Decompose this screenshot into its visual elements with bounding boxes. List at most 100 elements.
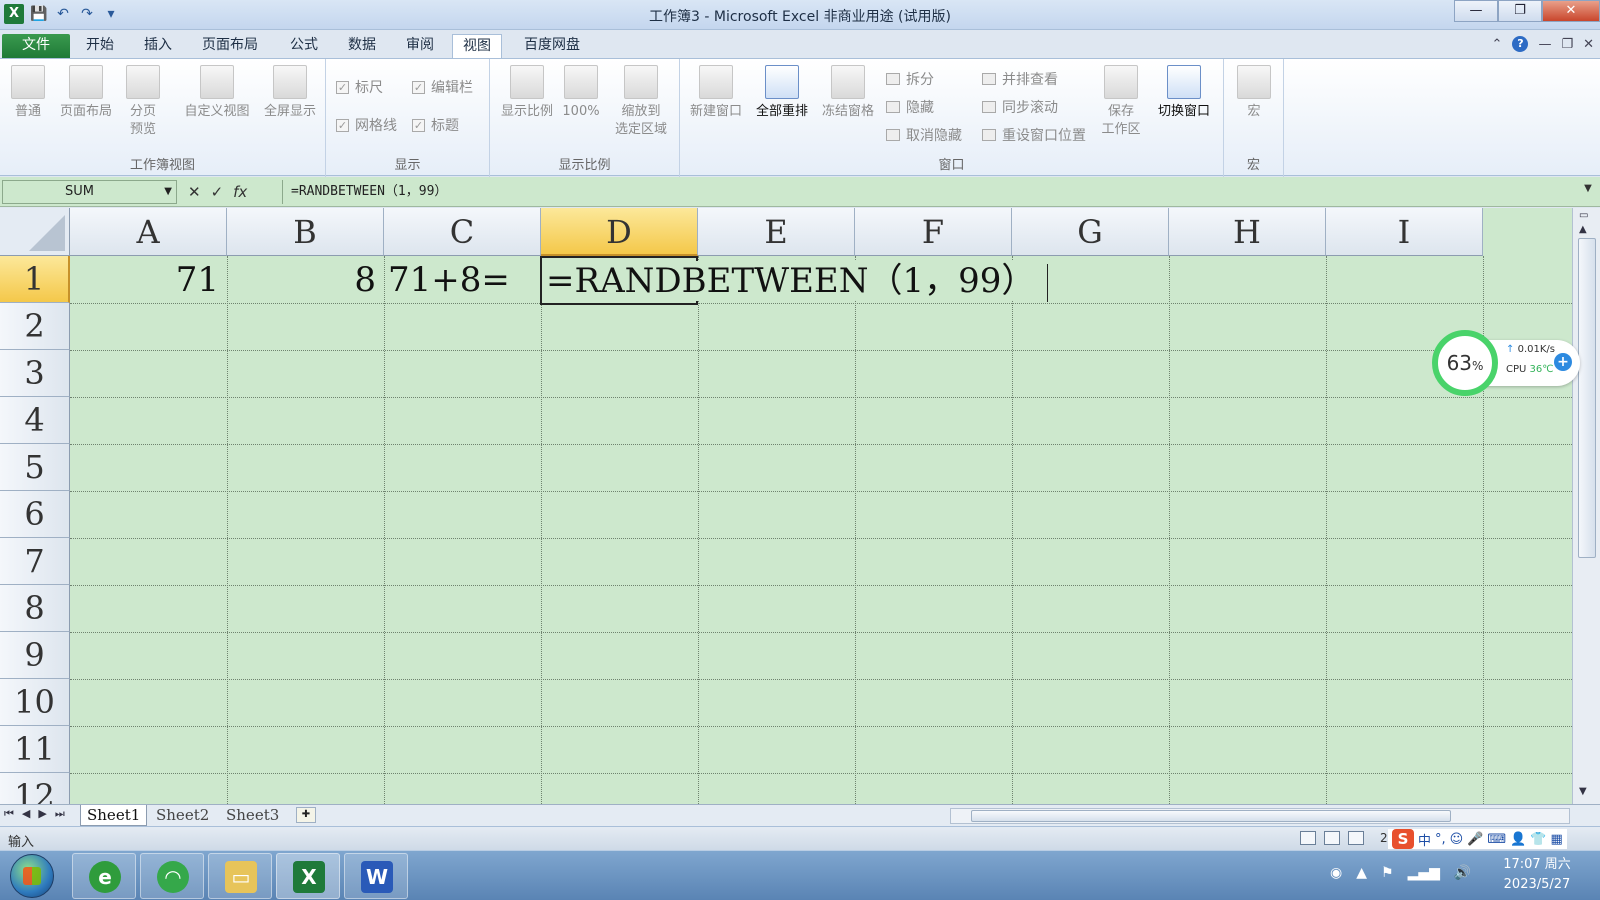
page-break-status-icon[interactable] [1348, 831, 1364, 845]
volume-icon[interactable]: 🔊 [1454, 865, 1471, 881]
sogou-ime-icon[interactable]: S [1392, 829, 1414, 849]
taskbar-wifi-app[interactable]: ◠ [140, 853, 204, 899]
horizontal-scrollbar[interactable] [950, 808, 1570, 824]
enter-icon[interactable]: ✓ [211, 183, 224, 201]
split-button[interactable]: 拆分 [886, 69, 934, 89]
ime-toolbar[interactable]: S 中 °, ☺ 🎤 ⌨ 👤 👕 ▦ [1388, 829, 1567, 849]
select-all-corner[interactable] [0, 208, 70, 256]
close-button[interactable]: ✕ [1542, 0, 1600, 22]
first-sheet-icon[interactable]: ⏮ [4, 807, 14, 821]
cancel-icon[interactable]: ✕ [188, 183, 201, 201]
ime-mode-chinese[interactable]: 中 [1418, 830, 1431, 849]
tab-review[interactable]: 审阅 [396, 34, 444, 58]
headings-checkbox[interactable]: ✓ 标题 [412, 115, 459, 135]
synchronous-scrolling-button[interactable]: 同步滚动 [982, 97, 1058, 117]
row-header-6[interactable]: 6 [0, 491, 70, 538]
restore-button[interactable]: ❐ [1498, 0, 1542, 22]
prev-sheet-icon[interactable]: ◀ [22, 807, 30, 821]
row-header-9[interactable]: 9 [0, 632, 70, 679]
zoom-level[interactable]: 2 [1380, 831, 1388, 845]
formula-bar-checkbox[interactable]: ✓ 编辑栏 [412, 77, 473, 97]
tab-baidu-netdisk[interactable]: 百度网盘 [514, 34, 590, 58]
row-header-8[interactable]: 8 [0, 585, 70, 632]
tab-data[interactable]: 数据 [338, 34, 386, 58]
boost-plus-icon[interactable]: + [1554, 353, 1572, 371]
column-header-h[interactable]: H [1169, 208, 1326, 256]
freeze-panes-button[interactable]: 冻结窗格 [816, 65, 880, 121]
next-sheet-icon[interactable]: ▶ [38, 807, 46, 821]
arrange-all-button[interactable]: 全部重排 [750, 65, 814, 121]
reset-window-position-button[interactable]: 重设窗口位置 [982, 125, 1086, 145]
sheet-tab-sheet3[interactable]: Sheet3 [220, 805, 285, 826]
taskbar-ie[interactable]: e [72, 853, 136, 899]
taskbar-clock[interactable]: 17:07 周六 2023/5/27 [1492, 855, 1582, 895]
worksheet-grid[interactable]: ABCDEFGHI 1 2 3 4 5 6 7 8 9 10 11 12 71 8 71+8= =RA… [0, 208, 1572, 804]
full-screen-button[interactable]: 全屏显示 [258, 65, 322, 121]
vertical-scroll-thumb[interactable] [1578, 238, 1596, 558]
column-header-e[interactable]: E [698, 208, 855, 256]
tab-view[interactable]: 视图 [452, 34, 502, 58]
new-window-button[interactable]: 新建窗口 [684, 65, 748, 121]
emoji-icon[interactable]: ☺ [1450, 832, 1464, 847]
zoom-100-button[interactable]: 100% [558, 65, 604, 121]
row-header-7[interactable]: 7 [0, 538, 70, 585]
row-header-5[interactable]: 5 [0, 444, 70, 491]
keyboard-icon[interactable]: ⌨ [1487, 832, 1506, 847]
system-monitor-widget[interactable]: 63% ↑ 0.01K/s CPU 36℃ + [1432, 330, 1580, 396]
normal-view-button[interactable]: 普通 [6, 65, 50, 121]
custom-views-button[interactable]: 自定义视图 [178, 65, 256, 121]
switch-windows-button[interactable]: 切换窗口 [1150, 65, 1218, 121]
punctuation-icon[interactable]: °, [1435, 832, 1446, 847]
page-break-preview-button[interactable]: 分页 预览 [120, 65, 166, 139]
formula-input[interactable]: =RANDBETWEEN（1，99） [282, 180, 1572, 204]
vertical-scrollbar[interactable]: ▭ ▲ ▼ [1572, 208, 1600, 804]
zoom-to-selection-button[interactable]: 缩放到 选定区域 [606, 65, 676, 139]
tab-formulas[interactable]: 公式 [280, 34, 328, 58]
row-header-12[interactable]: 12 [0, 773, 70, 804]
cell-c1[interactable]: 71+8= [388, 257, 538, 303]
column-header-d[interactable]: D [541, 208, 698, 256]
network-app-tray-icon[interactable]: ◉ [1330, 865, 1342, 881]
taskbar-word[interactable]: W [344, 853, 408, 899]
tab-file[interactable]: 文件 [2, 34, 70, 58]
column-header-i[interactable]: I [1326, 208, 1483, 256]
row-header-11[interactable]: 11 [0, 726, 70, 773]
sheet-tab-sheet2[interactable]: Sheet2 [150, 805, 215, 826]
insert-function-icon[interactable]: fx [233, 183, 247, 201]
scroll-down-icon[interactable]: ▼ [1579, 786, 1587, 797]
show-hidden-icons-icon[interactable]: ▲ [1356, 865, 1367, 881]
minimize-button[interactable]: — [1454, 0, 1498, 22]
row-header-2[interactable]: 2 [0, 303, 70, 350]
start-button-icon[interactable] [10, 854, 54, 898]
row-header-3[interactable]: 3 [0, 350, 70, 397]
cell-d1-active[interactable]: =RANDBETWEEN（1，99） [540, 256, 1049, 305]
expand-formula-bar-icon[interactable]: ▼ [1580, 183, 1596, 201]
toolbox-icon[interactable]: ▦ [1551, 832, 1563, 847]
taskbar-explorer[interactable]: ▭ [208, 853, 272, 899]
column-header-c[interactable]: C [384, 208, 541, 256]
name-box[interactable]: SUM ▼ [2, 180, 177, 204]
hide-button[interactable]: 隐藏 [886, 97, 934, 117]
name-box-dropdown-icon[interactable]: ▼ [164, 181, 172, 203]
tab-home[interactable]: 开始 [76, 34, 124, 58]
microphone-icon[interactable]: 🎤 [1467, 832, 1483, 847]
sheet-tab-sheet1[interactable]: Sheet1 [80, 805, 148, 826]
ruler-checkbox[interactable]: ✓ 标尺 [336, 77, 383, 97]
cell-b1[interactable]: 8 [227, 257, 384, 303]
split-box-icon[interactable]: ▭ [1579, 210, 1588, 221]
row-header-1[interactable]: 1 [0, 256, 70, 303]
tab-page-layout[interactable]: 页面布局 [192, 34, 268, 58]
page-layout-view-button[interactable]: 页面布局 [54, 65, 118, 121]
workbook-close-icon[interactable]: ✕ [1583, 37, 1594, 52]
taskbar-excel[interactable]: X [276, 853, 340, 899]
column-header-f[interactable]: F [855, 208, 1012, 256]
tab-insert[interactable]: 插入 [134, 34, 182, 58]
workbook-minimize-icon[interactable]: — [1538, 37, 1551, 52]
cell-a1[interactable]: 71 [70, 257, 227, 303]
skin-icon[interactable]: 👕 [1530, 832, 1546, 847]
save-workspace-button[interactable]: 保存 工作区 [1096, 65, 1146, 139]
scroll-up-icon[interactable]: ▲ [1579, 224, 1587, 235]
gridlines-checkbox[interactable]: ✓ 网格线 [336, 115, 397, 135]
network-signal-icon[interactable]: ▂▄▆ [1408, 865, 1440, 881]
last-sheet-icon[interactable]: ⏭ [55, 807, 65, 821]
